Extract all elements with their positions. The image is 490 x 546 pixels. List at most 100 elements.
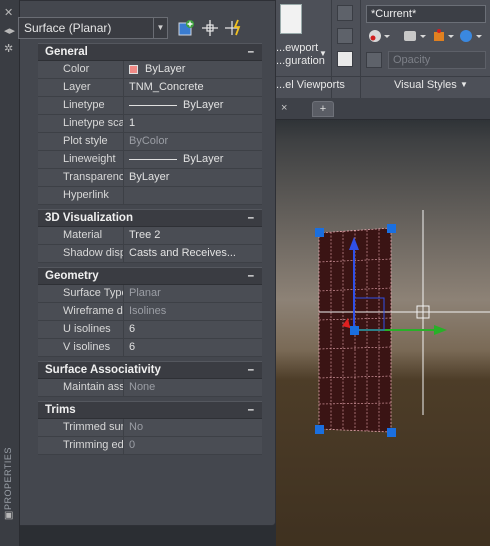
property-value: ByColor: [124, 133, 262, 150]
named-views-icon[interactable]: [337, 5, 353, 21]
grip-top-left[interactable]: [315, 228, 324, 237]
section-header-general[interactable]: General –: [38, 43, 262, 61]
lineweight-preview: [129, 159, 177, 160]
palette-icon[interactable]: ▣: [4, 510, 13, 521]
grip-bottom-right[interactable]: [387, 428, 396, 437]
property-name: Color: [38, 61, 124, 78]
linetype-preview: [129, 105, 177, 106]
property-row-layer[interactable]: Layer TNM_Concrete: [38, 79, 262, 97]
property-value[interactable]: [124, 187, 262, 204]
opacity-input[interactable]: Opacity: [388, 51, 486, 69]
property-name: Shadow display: [38, 245, 124, 262]
section-title: Geometry: [45, 270, 99, 282]
palette-title: PROPERTIES: [3, 447, 13, 510]
property-value[interactable]: ByLayer: [124, 151, 262, 168]
property-value: 0: [124, 437, 262, 454]
palette-toolbar: Surface (Planar) ▼: [18, 17, 270, 41]
toggle-pickadd-icon[interactable]: [176, 18, 196, 38]
property-name: Surface Type: [38, 285, 124, 302]
panel-title-visual-styles[interactable]: Visual Styles: [394, 79, 457, 91]
property-row-surface-type[interactable]: Surface Type Planar: [38, 285, 262, 303]
section-title: Trims: [45, 404, 76, 416]
property-value[interactable]: 1: [124, 115, 262, 132]
collapse-icon[interactable]: –: [248, 44, 254, 61]
palette-settings-icon[interactable]: ✲: [4, 42, 13, 55]
property-row-v-isolines[interactable]: V isolines 6: [38, 339, 262, 357]
model-space[interactable]: [276, 120, 490, 546]
property-value: None: [124, 379, 262, 396]
section-trims: Trims – Trimmed surfa... No Trimming edg…: [38, 401, 262, 455]
chevron-down-icon[interactable]: ▼: [460, 80, 468, 89]
chevron-down-icon: ▼: [153, 18, 167, 38]
section-header-trims[interactable]: Trims –: [38, 401, 262, 419]
property-row-linetype[interactable]: Linetype ByLayer: [38, 97, 262, 115]
auto-hide-icon[interactable]: ◂▸: [4, 24, 15, 37]
collapse-icon[interactable]: –: [248, 362, 254, 379]
palette-title-strip: ✕ ◂▸ ✲ PROPERTIES ▣: [0, 0, 20, 546]
quick-select-icon[interactable]: [224, 18, 244, 38]
new-tab-button[interactable]: +: [312, 101, 334, 117]
ribbon: ...ewport ...guration ▼ *Current* Opacit…: [276, 0, 490, 98]
property-row-color[interactable]: Color ByLayer: [38, 61, 262, 79]
close-tab-icon[interactable]: ×: [281, 102, 287, 114]
property-row-lineweight[interactable]: Lineweight ByLayer: [38, 151, 262, 169]
property-row-u-isolines[interactable]: U isolines 6: [38, 321, 262, 339]
select-objects-icon[interactable]: [200, 18, 220, 38]
property-name: V isolines: [38, 339, 124, 356]
property-name: Material: [38, 227, 124, 244]
property-row-material[interactable]: Material Tree 2: [38, 227, 262, 245]
property-row-hyperlink[interactable]: Hyperlink: [38, 187, 262, 205]
ribbon-panel-titles: ...el Viewports Visual Styles ▼: [276, 76, 490, 96]
close-icon[interactable]: ✕: [4, 6, 13, 19]
edge-color-icon[interactable]: [366, 52, 382, 68]
restore-viewports-icon[interactable]: [337, 51, 353, 67]
property-name: Trimming edges: [38, 437, 124, 454]
object-type-dropdown[interactable]: Surface (Planar) ▼: [18, 17, 168, 39]
linetype-value: ByLayer: [183, 99, 224, 111]
viewport-preview-icon[interactable]: [280, 4, 302, 34]
property-row-trimming-edges[interactable]: Trimming edges 0: [38, 437, 262, 455]
collapse-icon[interactable]: –: [248, 402, 254, 419]
collapse-icon[interactable]: –: [248, 268, 254, 285]
grip-bottom-left[interactable]: [315, 425, 324, 434]
object-type-label: Surface (Planar): [24, 21, 112, 35]
visual-style-dropdown[interactable]: *Current*: [366, 5, 486, 23]
property-value[interactable]: 6: [124, 321, 262, 338]
property-value[interactable]: ByLayer: [124, 61, 262, 78]
property-row-shadow-display[interactable]: Shadow display Casts and Receives...: [38, 245, 262, 263]
drawing-viewport[interactable]: [276, 120, 490, 546]
property-name: Trimmed surfa...: [38, 419, 124, 436]
property-value[interactable]: 6: [124, 339, 262, 356]
section-3d-visualization: 3D Visualization – Material Tree 2 Shado…: [38, 209, 262, 263]
property-row-trimmed-surface[interactable]: Trimmed surfa... No: [38, 419, 262, 437]
property-row-transparency[interactable]: Transparency ByLayer: [38, 169, 262, 187]
property-value[interactable]: ByLayer: [124, 97, 262, 114]
property-value: Planar: [124, 285, 262, 302]
property-value[interactable]: Casts and Receives...: [124, 245, 262, 262]
plus-icon: +: [319, 103, 327, 115]
chevron-down-icon[interactable]: ▼: [319, 49, 327, 58]
join-viewports-icon[interactable]: [337, 28, 353, 44]
property-row-maintain-associativity[interactable]: Maintain assoc... None: [38, 379, 262, 397]
property-value[interactable]: TNM_Concrete: [124, 79, 262, 96]
section-header-surface-associativity[interactable]: Surface Associativity –: [38, 361, 262, 379]
property-name: U isolines: [38, 321, 124, 338]
property-row-plot-style[interactable]: Plot style ByColor: [38, 133, 262, 151]
lineweight-value: ByLayer: [183, 153, 224, 165]
section-geometry: Geometry – Surface Type Planar Wireframe…: [38, 267, 262, 357]
color-value: ByLayer: [145, 63, 186, 75]
section-title: Surface Associativity: [45, 364, 161, 376]
collapse-icon[interactable]: –: [248, 210, 254, 227]
property-name: Layer: [38, 79, 124, 96]
property-row-wireframe-display[interactable]: Wireframe dis... Isolines: [38, 303, 262, 321]
section-header-geometry[interactable]: Geometry –: [38, 267, 262, 285]
section-header-3d-visualization[interactable]: 3D Visualization –: [38, 209, 262, 227]
viewport-config-label[interactable]: ...ewport: [276, 42, 318, 54]
property-row-linetype-scale[interactable]: Linetype scale 1: [38, 115, 262, 133]
property-value[interactable]: ByLayer: [124, 169, 262, 186]
file-tab-strip: × +: [276, 98, 490, 120]
viewport-config-label-2[interactable]: ...guration: [276, 55, 325, 67]
property-value[interactable]: Tree 2: [124, 227, 262, 244]
grip-top-right[interactable]: [387, 224, 396, 233]
property-name: Maintain assoc...: [38, 379, 124, 396]
